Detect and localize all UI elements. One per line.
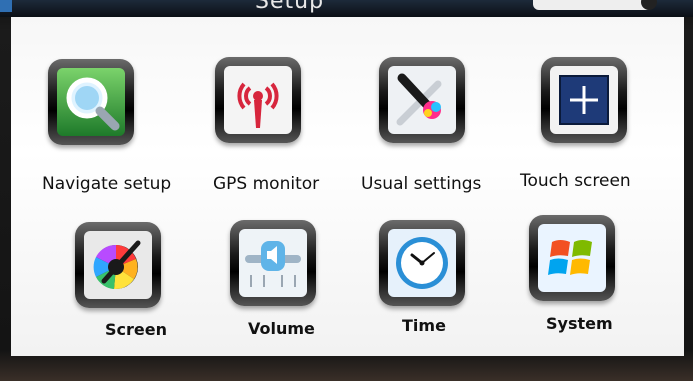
status-chip [533, 0, 653, 10]
tools-icon [388, 66, 456, 134]
gps-monitor-label: GPS monitor [213, 174, 320, 194]
setup-menu-grid: Navigate setup GPS monitor Usual setting… [11, 17, 684, 356]
menu-item-system[interactable] [529, 215, 679, 365]
navigate-setup-tile[interactable] [48, 59, 134, 145]
close-icon[interactable] [641, 0, 657, 10]
title-bar: Setup [0, 0, 693, 17]
page-title: Setup [255, 0, 325, 14]
speaker-icon [239, 229, 307, 297]
volume-label: Volume [248, 319, 315, 338]
color-picker-icon [84, 231, 152, 299]
menu-item-volume[interactable] [230, 220, 380, 370]
menu-item-time[interactable] [379, 220, 529, 370]
time-label: Time [402, 316, 446, 335]
volume-tile[interactable] [230, 220, 316, 306]
system-tile[interactable] [529, 215, 615, 301]
antenna-icon [224, 66, 292, 134]
windows-logo-icon [538, 224, 606, 292]
setup-screen: Navigate setup GPS monitor Usual setting… [11, 17, 684, 356]
gps-monitor-tile[interactable] [215, 57, 301, 143]
screen-tile[interactable] [75, 222, 161, 308]
time-tile[interactable] [379, 220, 465, 306]
clock-icon [388, 229, 456, 297]
magnifier-icon [57, 68, 125, 136]
system-label: System [546, 314, 613, 333]
crosshair-icon [550, 66, 618, 134]
touch-screen-tile[interactable] [541, 57, 627, 143]
touch-screen-label: Touch screen [520, 171, 631, 191]
menu-item-screen[interactable] [75, 222, 225, 372]
navigate-setup-label: Navigate setup [42, 174, 172, 194]
status-indicator [0, 0, 12, 12]
usual-settings-tile[interactable] [379, 57, 465, 143]
usual-settings-label: Usual settings [361, 174, 482, 194]
screen-label: Screen [105, 320, 167, 339]
